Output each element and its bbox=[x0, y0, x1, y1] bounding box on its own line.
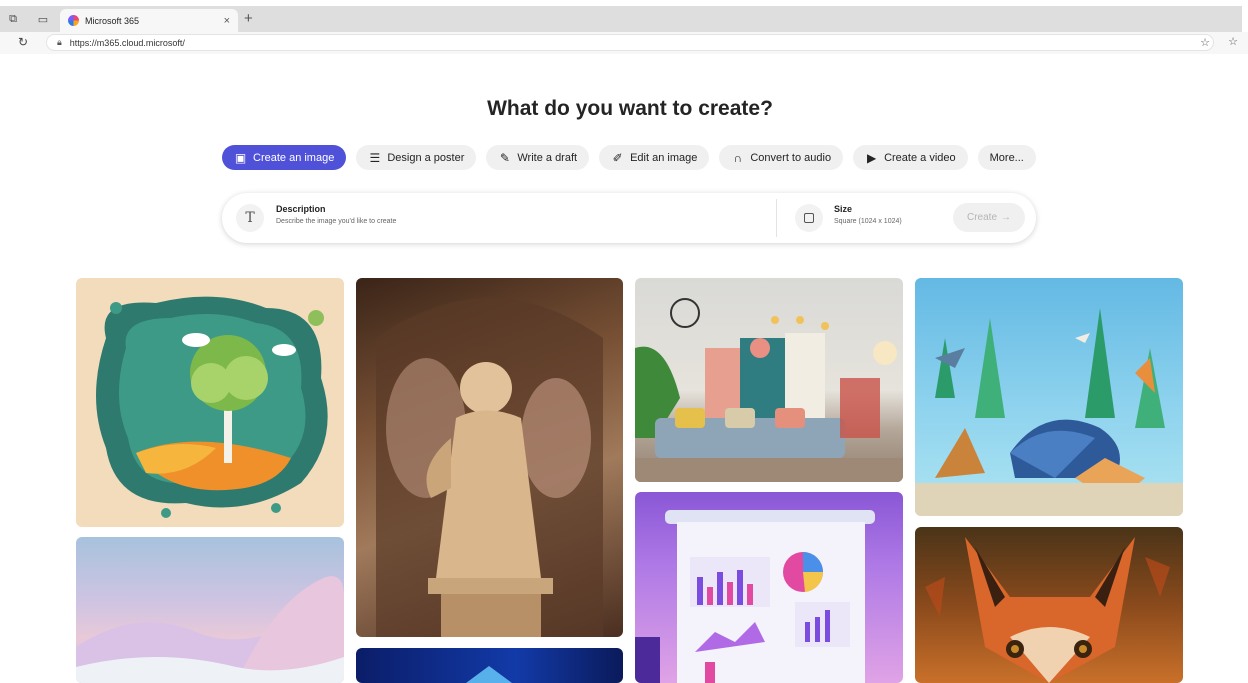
description-label: Description bbox=[276, 204, 326, 214]
dashboard-art bbox=[635, 510, 875, 683]
pen-icon: ✎ bbox=[499, 150, 510, 165]
chip-label: More... bbox=[989, 151, 1024, 164]
fox-art bbox=[925, 537, 1170, 683]
gallery-image-paper-tree[interactable] bbox=[76, 278, 344, 527]
workspaces-icon[interactable]: ⧉ bbox=[2, 8, 24, 30]
chip-label: Edit an image bbox=[630, 151, 698, 164]
gallery-image-blue-glow[interactable] bbox=[356, 648, 623, 683]
refresh-icon[interactable]: ↻ bbox=[18, 35, 28, 49]
address-bar-row: ↻ 🔒︎ https://m365.cloud.microsoft/ ☆ ☆ bbox=[0, 32, 1248, 54]
chip-label: Convert to audio bbox=[750, 151, 832, 164]
chip-label: Write a draft bbox=[517, 151, 578, 164]
favorite-star-icon[interactable]: ☆ bbox=[1200, 36, 1210, 49]
gallery-image-origami-sea[interactable] bbox=[915, 278, 1183, 516]
gallery-image-living-room[interactable] bbox=[635, 278, 903, 482]
size-label[interactable]: Size bbox=[834, 204, 852, 214]
create-image-chip[interactable]: ▣ Create an image bbox=[222, 145, 347, 170]
video-icon: ▶ bbox=[866, 150, 877, 165]
living-room-art bbox=[635, 298, 903, 482]
pastel-landscape-art bbox=[76, 576, 344, 683]
url-text: https://m365.cloud.microsoft/ bbox=[69, 37, 185, 48]
description-input[interactable]: Describe the image you'd like to create bbox=[276, 218, 396, 225]
tab-title: Microsoft 365 bbox=[85, 15, 140, 26]
text-icon: T bbox=[236, 204, 264, 232]
chip-label: Design a poster bbox=[387, 151, 465, 164]
design-poster-chip[interactable]: ☰ Design a poster bbox=[356, 145, 477, 170]
divider bbox=[776, 199, 777, 237]
address-bar[interactable]: 🔒︎ https://m365.cloud.microsoft/ bbox=[46, 34, 1214, 51]
gallery-image-pastel-landscape[interactable] bbox=[76, 537, 344, 683]
close-tab-icon[interactable]: × bbox=[224, 15, 230, 27]
microsoft-365-icon bbox=[68, 15, 79, 26]
image-icon: ▣ bbox=[234, 150, 247, 165]
gallery-image-dashboard-3d[interactable] bbox=[635, 492, 903, 683]
new-tab-button[interactable]: + bbox=[244, 10, 253, 27]
classical-statue-art bbox=[376, 298, 603, 637]
edit-image-icon: ✐ bbox=[612, 150, 623, 165]
create-actions: ▣ Create an image ☰ Design a poster ✎ Wr… bbox=[222, 145, 1036, 170]
more-chip[interactable]: More... bbox=[977, 145, 1036, 170]
poster-icon: ☰ bbox=[369, 150, 381, 165]
chip-label: Create an image bbox=[253, 151, 335, 164]
create-video-chip[interactable]: ▶ Create a video bbox=[853, 145, 968, 170]
create-button[interactable]: Create → bbox=[953, 203, 1025, 232]
blue-glow-art bbox=[466, 666, 512, 683]
browser-tab[interactable]: Microsoft 365 × bbox=[60, 9, 238, 32]
paper-tree-art bbox=[96, 296, 328, 518]
prompt-bar: T Description Describe the image you'd l… bbox=[222, 193, 1036, 243]
tab-actions-icon[interactable]: ▭ bbox=[32, 8, 54, 30]
write-draft-chip[interactable]: ✎ Write a draft bbox=[486, 145, 590, 170]
size-square-icon[interactable] bbox=[795, 204, 823, 232]
site-info-icon[interactable]: 🔒︎ bbox=[57, 37, 62, 48]
create-label: Create bbox=[966, 212, 997, 223]
browser-tab-bar: ⧉ ▭ Microsoft 365 × + bbox=[0, 6, 1242, 32]
favorites-list-icon[interactable]: ☆ bbox=[1228, 35, 1238, 48]
gallery-image-classical-statue[interactable] bbox=[356, 278, 623, 637]
chip-label: Create a video bbox=[884, 151, 956, 164]
headphones-icon: ∩ bbox=[733, 150, 743, 165]
gallery-image-fox[interactable] bbox=[915, 527, 1183, 683]
origami-sea-art bbox=[915, 308, 1183, 516]
size-value[interactable]: Square (1024 x 1024) bbox=[834, 218, 902, 225]
page-title: What do you want to create? bbox=[487, 97, 773, 120]
convert-audio-chip[interactable]: ∩ Convert to audio bbox=[719, 145, 844, 170]
arrow-right-icon: → bbox=[1001, 212, 1011, 223]
edit-image-chip[interactable]: ✐ Edit an image bbox=[599, 145, 710, 170]
